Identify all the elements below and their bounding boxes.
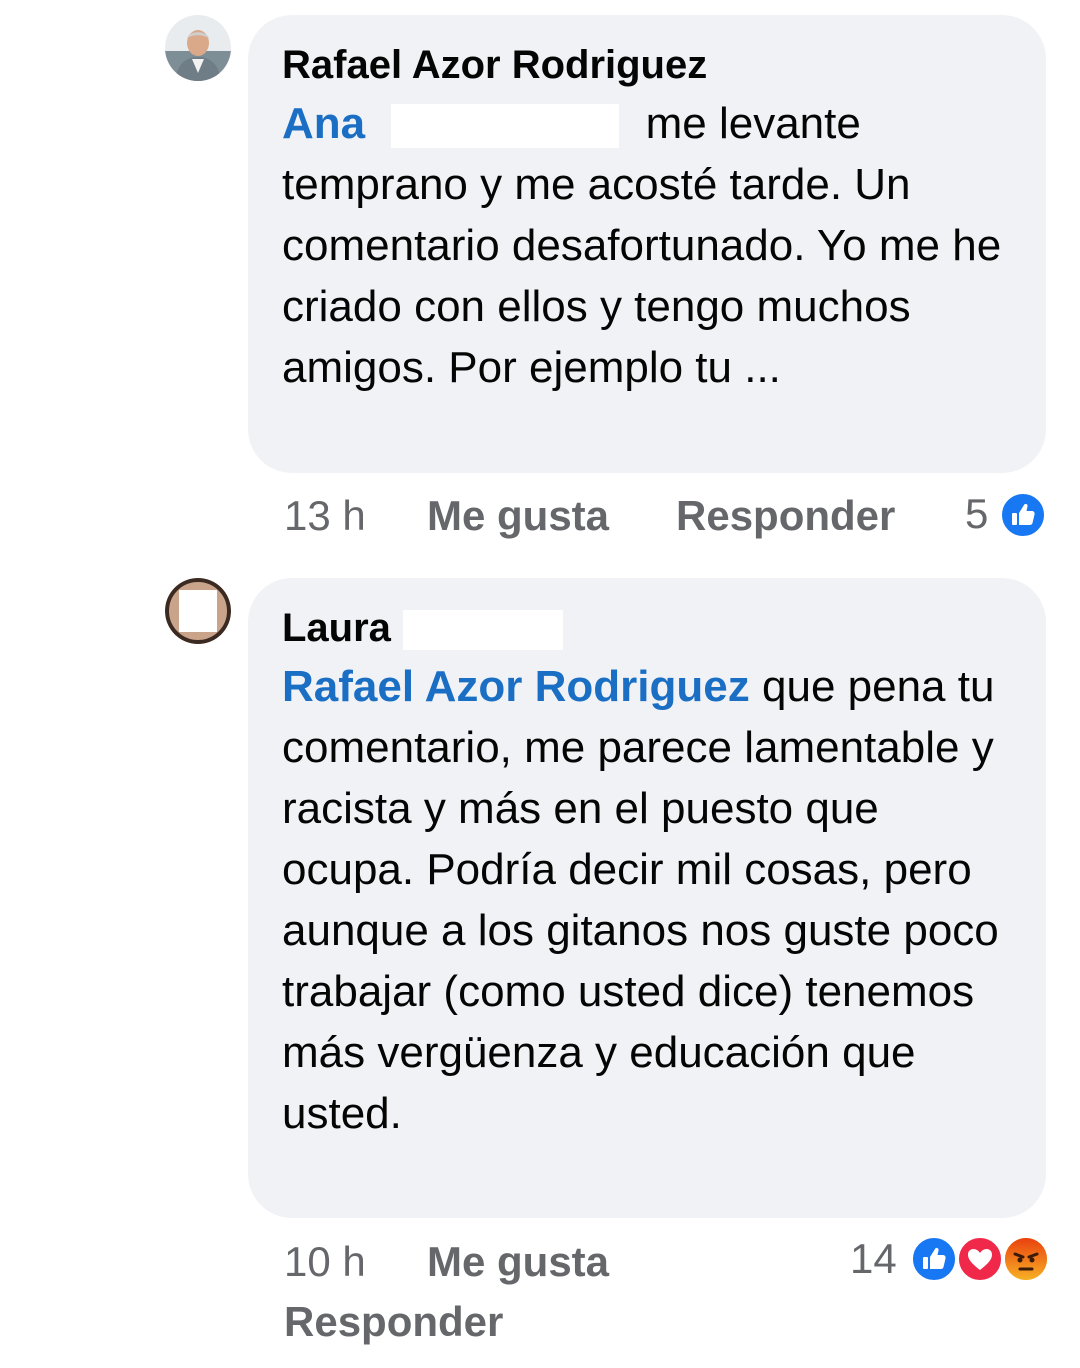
comment-text: Rafael Azor Rodriguez que pena tu coment…: [282, 656, 1012, 1144]
comment-author[interactable]: Rafael Azor Rodriguez: [282, 37, 1012, 93]
redacted-surname: [402, 610, 563, 651]
person-photo-icon: [165, 15, 231, 81]
comment-author[interactable]: Laura: [282, 606, 391, 650]
comment-author-row: Laura: [282, 600, 1012, 656]
mention-link[interactable]: Ana: [282, 99, 365, 148]
like-button[interactable]: Me gusta: [427, 1237, 609, 1287]
comment-text-line1: me levante: [645, 99, 861, 148]
avatar[interactable]: [165, 578, 231, 644]
comment-bubble: Laura Rafael Azor Rodriguez que pena tu …: [248, 578, 1046, 1218]
reaction-count[interactable]: 14: [850, 1234, 897, 1284]
like-icon[interactable]: [910, 1235, 958, 1283]
person-photo-icon: [165, 578, 231, 644]
redacted-surname: [391, 104, 620, 149]
comment-text-body: que pena tu comentario, me parece lament…: [282, 662, 999, 1138]
comment-text-rest: temprano y me acosté tarde. Un comentari…: [282, 160, 1002, 392]
avatar[interactable]: [165, 15, 231, 81]
comment-bubble: Rafael Azor Rodriguez Ana me levante tem…: [248, 15, 1046, 473]
angry-icon[interactable]: [1002, 1235, 1050, 1283]
reply-button[interactable]: Responder: [676, 491, 895, 541]
love-icon[interactable]: [956, 1235, 1004, 1283]
comment-timestamp[interactable]: 13 h: [284, 491, 366, 541]
comment-timestamp[interactable]: 10 h: [284, 1237, 366, 1287]
mention-link[interactable]: Rafael Azor Rodriguez: [282, 662, 750, 711]
like-icon[interactable]: [999, 491, 1047, 539]
like-button[interactable]: Me gusta: [427, 491, 609, 541]
reaction-count[interactable]: 5: [965, 489, 988, 539]
reply-button[interactable]: Responder: [284, 1297, 503, 1347]
comment-text: Ana me levante temprano y me acosté tard…: [282, 93, 1012, 398]
